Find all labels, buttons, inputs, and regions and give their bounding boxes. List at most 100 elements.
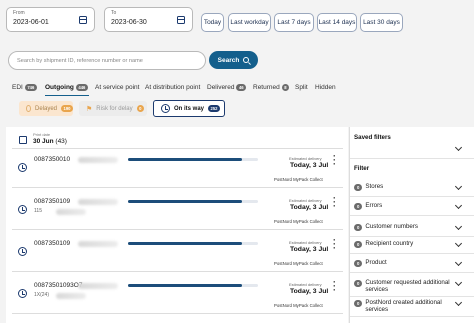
more-options-icon[interactable]: · · · xyxy=(333,278,336,295)
quick-date-last-7-days-button[interactable]: Last 7 days xyxy=(274,13,314,32)
filter-label: Stores xyxy=(365,183,384,190)
filter-count: 0 xyxy=(354,224,363,231)
sidebar-divider xyxy=(350,272,474,273)
more-options-icon[interactable]: · · · xyxy=(333,236,336,253)
tab-split[interactable]: Split xyxy=(295,84,308,91)
redacted-text xyxy=(78,157,118,163)
clock-icon xyxy=(18,205,27,214)
status-filter-label: On its way xyxy=(174,105,205,112)
sidebar-divider xyxy=(350,158,474,159)
estimated-delivery-label: Estimated delivery xyxy=(289,156,322,161)
quick-date-last-workday-button[interactable]: Last workday xyxy=(228,13,271,32)
filter-item[interactable]: 0 Recipient country xyxy=(354,240,464,248)
to-date-value: 2023-06-30 xyxy=(111,19,147,26)
sidebar-divider xyxy=(350,196,474,197)
tab-at-distribution-point[interactable]: At distribution point xyxy=(145,84,200,91)
estimated-delivery-label: Estimated delivery xyxy=(289,198,322,203)
filter-title: Filter xyxy=(354,165,370,172)
sidebar-divider xyxy=(350,316,474,317)
shipment-row[interactable]: 0087350109 115 Estimated delivery Today,… xyxy=(12,191,343,230)
quick-date-last-30-days-button[interactable]: Last 30 days xyxy=(360,13,403,32)
redacted-text xyxy=(78,283,118,289)
sidebar-divider xyxy=(350,236,474,237)
tab-outgoing[interactable]: Outgoing 446 xyxy=(45,84,88,91)
status-filter-risk-for-delay[interactable]: ⚑ Risk for delay 0 xyxy=(79,101,147,116)
group-date: 30 Jun xyxy=(33,138,54,145)
tab-delivered[interactable]: Delivered 46 xyxy=(207,84,247,91)
delivery-progress-bar xyxy=(128,158,258,161)
sidebar-divider xyxy=(350,215,474,216)
group-count: (43) xyxy=(55,138,67,145)
tab-label: Delivered xyxy=(207,84,235,91)
filter-label: Customer requested additional services xyxy=(365,279,450,293)
filter-item[interactable]: 0 PostNord created additional services xyxy=(354,299,464,313)
tab-label: At distribution point xyxy=(145,84,201,91)
status-filter-label: Delayed xyxy=(34,105,57,112)
search-button[interactable]: Search xyxy=(209,51,258,69)
estimated-delivery-label: Estimated delivery xyxy=(289,240,322,245)
tab-edi[interactable]: EDI 746 xyxy=(12,84,37,91)
quick-date-today-button[interactable]: Today xyxy=(201,13,224,32)
quick-date-last-14-days-button[interactable]: Last 14 days xyxy=(317,13,357,32)
alarm-clock-icon xyxy=(26,105,31,112)
tab-hidden[interactable]: Hidden xyxy=(315,84,336,91)
delivery-progress-fill xyxy=(128,242,243,245)
redacted-text xyxy=(78,241,118,247)
tab-count: 8 xyxy=(281,84,290,91)
filter-label: Product xyxy=(365,259,387,266)
shipment-id[interactable]: 0087350109 xyxy=(34,240,70,247)
filter-count: 0 xyxy=(354,260,363,267)
filter-label: Recipient country xyxy=(365,240,414,247)
tab-count: 746 xyxy=(24,84,37,91)
filter-label: PostNord created additional services xyxy=(365,299,442,313)
shipment-row[interactable]: 0087350010 Estimated delivery Today, 3 J… xyxy=(12,149,343,188)
delivery-progress-bar xyxy=(128,284,258,287)
search-button-label: Search xyxy=(217,56,240,64)
filter-count: 0 xyxy=(354,184,363,191)
group-caption: Print date xyxy=(33,132,51,137)
shipment-id[interactable]: 0087350010 xyxy=(34,156,70,163)
tab-label: Returned xyxy=(253,84,280,91)
to-date-field[interactable]: To 2023-06-30 xyxy=(104,7,193,32)
select-all-checkbox[interactable] xyxy=(19,136,27,144)
search-input[interactable]: Search by shipment ID, reference number … xyxy=(8,51,206,70)
sidebar-divider xyxy=(350,253,474,254)
from-date-field[interactable]: From 2023-06-01 xyxy=(6,7,95,32)
from-date-label: From xyxy=(13,10,25,16)
more-options-icon[interactable]: · · · xyxy=(333,194,336,211)
status-filter-delayed[interactable]: Delayed 190 xyxy=(19,101,73,116)
status-filter-count: 0 xyxy=(136,105,144,112)
tab-returned[interactable]: Returned 8 xyxy=(253,84,290,91)
filter-item[interactable]: 0 Stores xyxy=(354,183,464,191)
calendar-icon[interactable] xyxy=(177,16,185,24)
shipment-row[interactable]: 00873501093O7 1X(24) Estimated delivery … xyxy=(12,275,343,314)
shipment-row[interactable]: 0087350109 Estimated delivery Today, 3 J… xyxy=(12,233,343,272)
filter-item[interactable]: 0 Errors xyxy=(354,202,464,210)
tab-label: At service point xyxy=(95,84,140,91)
tab-count: 46 xyxy=(236,84,247,91)
status-filter-label: Risk for delay xyxy=(96,105,133,112)
tab-label: Outgoing xyxy=(45,84,74,91)
chevron-down-icon[interactable] xyxy=(454,143,463,152)
filter-count: 0 xyxy=(354,241,363,248)
shipment-id[interactable]: 0087350109 xyxy=(34,198,70,205)
redacted-text xyxy=(78,199,118,205)
calendar-icon[interactable] xyxy=(79,16,87,24)
service-name: PostNord MyPack Collect xyxy=(274,261,323,266)
more-options-icon[interactable]: · · · xyxy=(333,152,336,169)
flag-icon: ⚑ xyxy=(86,105,93,113)
filter-item[interactable]: 0 Customer requested additional services xyxy=(354,279,464,293)
estimated-delivery-value: Today, 3 Jul xyxy=(290,246,329,253)
clock-icon xyxy=(18,289,27,298)
delivery-progress-fill xyxy=(128,158,243,161)
status-filter-on-its-way[interactable]: On its way 252 xyxy=(153,100,225,117)
to-date-label: To xyxy=(111,10,117,16)
filter-item[interactable]: 0 Customer numbers xyxy=(354,223,464,231)
redacted-text xyxy=(56,293,86,299)
status-filter-count: 190 xyxy=(61,105,73,112)
search-icon xyxy=(243,57,250,63)
active-tab-underline xyxy=(45,95,89,96)
tab-at-service-point[interactable]: At service point xyxy=(95,84,139,91)
shipment-id[interactable]: 00873501093O7 xyxy=(34,282,82,289)
filter-item[interactable]: 0 Product xyxy=(354,259,464,267)
